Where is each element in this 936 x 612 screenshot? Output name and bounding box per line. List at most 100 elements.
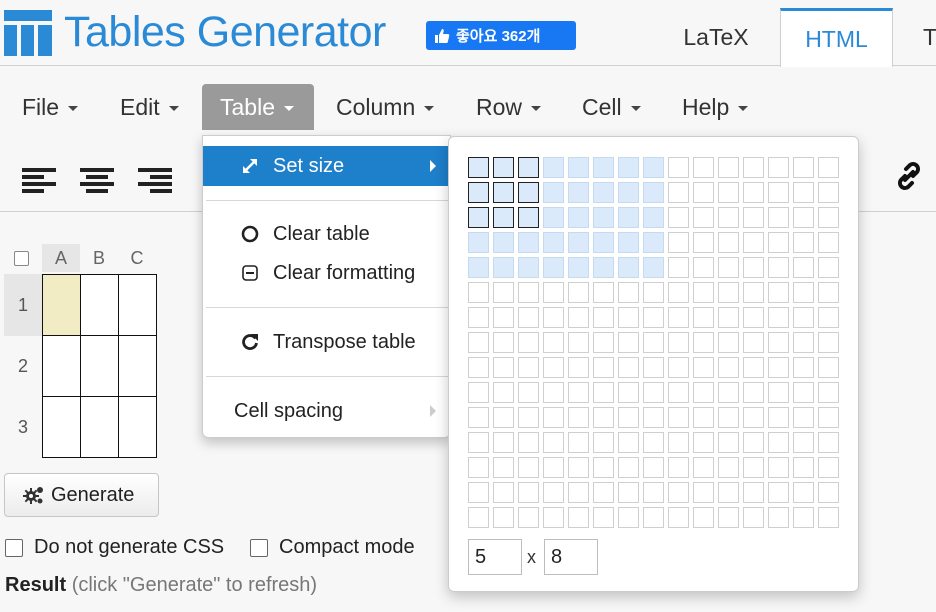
size-grid-cell[interactable] — [693, 232, 714, 253]
menu-help[interactable]: Help — [682, 84, 749, 130]
size-grid-cell[interactable] — [718, 207, 739, 228]
size-grid-cell[interactable] — [493, 307, 514, 328]
size-grid-cell[interactable] — [793, 432, 814, 453]
size-grid-cell[interactable] — [593, 382, 614, 403]
size-grid-cell[interactable] — [743, 282, 764, 303]
size-grid-cell[interactable] — [643, 232, 664, 253]
size-grid-cell[interactable] — [643, 257, 664, 278]
menu-cell[interactable]: Cell — [582, 84, 641, 130]
size-grid-cell[interactable] — [718, 232, 739, 253]
cols-input[interactable] — [544, 539, 598, 575]
size-grid-cell[interactable] — [493, 232, 514, 253]
table-cell-a1[interactable] — [43, 275, 81, 336]
size-grid-cell[interactable] — [493, 482, 514, 503]
size-grid-cell[interactable] — [468, 282, 489, 303]
size-grid-cell[interactable] — [568, 457, 589, 478]
size-grid-cell[interactable] — [793, 407, 814, 428]
size-grid-cell[interactable] — [643, 407, 664, 428]
size-grid-cell[interactable] — [718, 282, 739, 303]
size-grid-cell[interactable] — [643, 382, 664, 403]
size-grid-cell[interactable] — [568, 507, 589, 528]
size-grid-cell[interactable] — [743, 182, 764, 203]
tab-more[interactable]: T — [905, 8, 936, 66]
size-grid-cell[interactable] — [768, 507, 789, 528]
size-grid-cell[interactable] — [743, 232, 764, 253]
size-grid-cell[interactable] — [468, 332, 489, 353]
size-grid-cell[interactable] — [793, 157, 814, 178]
size-grid-cell[interactable] — [643, 307, 664, 328]
size-grid-cell[interactable] — [768, 232, 789, 253]
size-grid-cell[interactable] — [768, 182, 789, 203]
size-grid-cell[interactable] — [593, 482, 614, 503]
size-grid-cell[interactable] — [693, 207, 714, 228]
size-grid-cell[interactable] — [643, 457, 664, 478]
size-grid-cell[interactable] — [493, 157, 514, 178]
size-grid-cell[interactable] — [618, 507, 639, 528]
size-grid-cell[interactable] — [493, 407, 514, 428]
size-grid-cell[interactable] — [718, 482, 739, 503]
size-grid-cell[interactable] — [468, 207, 489, 228]
size-grid-cell[interactable] — [493, 382, 514, 403]
size-grid-cell[interactable] — [468, 357, 489, 378]
size-grid-cell[interactable] — [768, 157, 789, 178]
align-left-icon[interactable] — [22, 166, 56, 194]
size-grid-cell[interactable] — [718, 157, 739, 178]
size-grid-cell[interactable] — [518, 382, 539, 403]
size-grid-cell[interactable] — [818, 357, 839, 378]
size-grid-cell[interactable] — [593, 182, 614, 203]
size-grid-cell[interactable] — [618, 282, 639, 303]
size-grid-cell[interactable] — [818, 282, 839, 303]
size-grid-cell[interactable] — [618, 457, 639, 478]
size-grid-cell[interactable] — [768, 432, 789, 453]
size-grid-cell[interactable] — [493, 457, 514, 478]
size-grid-cell[interactable] — [518, 182, 539, 203]
size-grid-cell[interactable] — [743, 382, 764, 403]
size-grid-cell[interactable] — [818, 432, 839, 453]
table-cell-b1[interactable] — [81, 275, 119, 336]
size-grid-cell[interactable] — [718, 407, 739, 428]
size-grid-cell[interactable] — [618, 257, 639, 278]
size-grid-cell[interactable] — [518, 357, 539, 378]
size-grid-cell[interactable] — [543, 357, 564, 378]
size-grid-cell[interactable] — [743, 357, 764, 378]
size-grid-cell[interactable] — [768, 332, 789, 353]
size-grid-cell[interactable] — [718, 432, 739, 453]
menu-file[interactable]: File — [22, 84, 79, 130]
size-grid-cell[interactable] — [668, 507, 689, 528]
size-grid-cell[interactable] — [568, 282, 589, 303]
size-grid-cell[interactable] — [468, 157, 489, 178]
size-grid-cell[interactable] — [493, 182, 514, 203]
size-grid-cell[interactable] — [593, 207, 614, 228]
size-grid-cell[interactable] — [593, 257, 614, 278]
size-grid-cell[interactable] — [718, 357, 739, 378]
size-grid-cell[interactable] — [793, 482, 814, 503]
size-grid-cell[interactable] — [693, 282, 714, 303]
size-grid-cell[interactable] — [468, 382, 489, 403]
size-grid-cell[interactable] — [643, 507, 664, 528]
size-grid-cell[interactable] — [518, 207, 539, 228]
link-icon[interactable] — [893, 160, 925, 192]
size-grid-cell[interactable] — [693, 407, 714, 428]
size-grid-cell[interactable] — [668, 357, 689, 378]
size-grid-cell[interactable] — [568, 182, 589, 203]
size-grid-cell[interactable] — [543, 507, 564, 528]
size-grid-cell[interactable] — [518, 157, 539, 178]
size-grid-cell[interactable] — [518, 457, 539, 478]
size-grid-cell[interactable] — [768, 457, 789, 478]
menu-table[interactable]: Table — [202, 84, 314, 130]
table-cell-c1[interactable] — [119, 275, 156, 336]
size-grid-cell[interactable] — [818, 332, 839, 353]
size-grid-cell[interactable] — [768, 482, 789, 503]
size-grid-cell[interactable] — [593, 282, 614, 303]
compact-mode-checkbox[interactable] — [250, 539, 268, 557]
size-grid-cell[interactable] — [643, 432, 664, 453]
size-grid-cell[interactable] — [518, 407, 539, 428]
size-grid-cell[interactable] — [718, 507, 739, 528]
size-grid-cell[interactable] — [668, 232, 689, 253]
size-grid-cell[interactable] — [493, 207, 514, 228]
size-grid-cell[interactable] — [693, 182, 714, 203]
size-grid-cell[interactable] — [618, 482, 639, 503]
column-header-a[interactable]: A — [42, 244, 80, 272]
size-grid-cell[interactable] — [593, 357, 614, 378]
size-grid-cell[interactable] — [718, 457, 739, 478]
